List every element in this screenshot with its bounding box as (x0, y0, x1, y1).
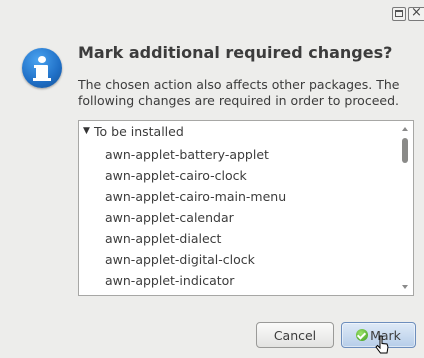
list-item[interactable]: awn-applet-cairo-main-menu (105, 186, 286, 207)
scrollbar-thumb[interactable] (402, 138, 408, 163)
dialog-description: The chosen action also affects other pac… (78, 77, 400, 108)
maximize-button[interactable] (392, 7, 406, 21)
package-list: awn-applet-battery-applet awn-applet-cai… (105, 144, 286, 291)
check-icon (356, 329, 369, 341)
expander-arrow-icon[interactable]: ▼ (83, 126, 90, 136)
close-icon: × (411, 5, 422, 20)
list-item[interactable]: awn-applet-dialect (105, 228, 286, 249)
list-item[interactable]: awn-applet-battery-applet (105, 144, 286, 165)
scroll-up-arrow-icon[interactable] (402, 127, 408, 131)
changes-list[interactable]: ▼ To be installed awn-applet-battery-app… (78, 120, 414, 296)
list-item[interactable]: awn-applet-indicator (105, 270, 286, 291)
list-item[interactable]: awn-applet-cairo-clock (105, 165, 286, 186)
cancel-button-label: Cancel (273, 327, 317, 343)
dialog-title: Mark additional required changes? (78, 43, 393, 62)
cancel-button[interactable]: Cancel (256, 322, 334, 348)
scroll-down-arrow-icon[interactable] (402, 285, 408, 289)
title-bar: × (0, 0, 424, 30)
list-item[interactable]: awn-applet-calendar (105, 207, 286, 228)
mouse-cursor-icon (375, 335, 389, 354)
vertical-scrollbar[interactable] (399, 121, 413, 295)
group-label: To be installed (94, 124, 184, 139)
list-item[interactable]: awn-applet-digital-clock (105, 249, 286, 270)
info-icon (22, 48, 62, 88)
close-button[interactable]: × (408, 5, 424, 21)
